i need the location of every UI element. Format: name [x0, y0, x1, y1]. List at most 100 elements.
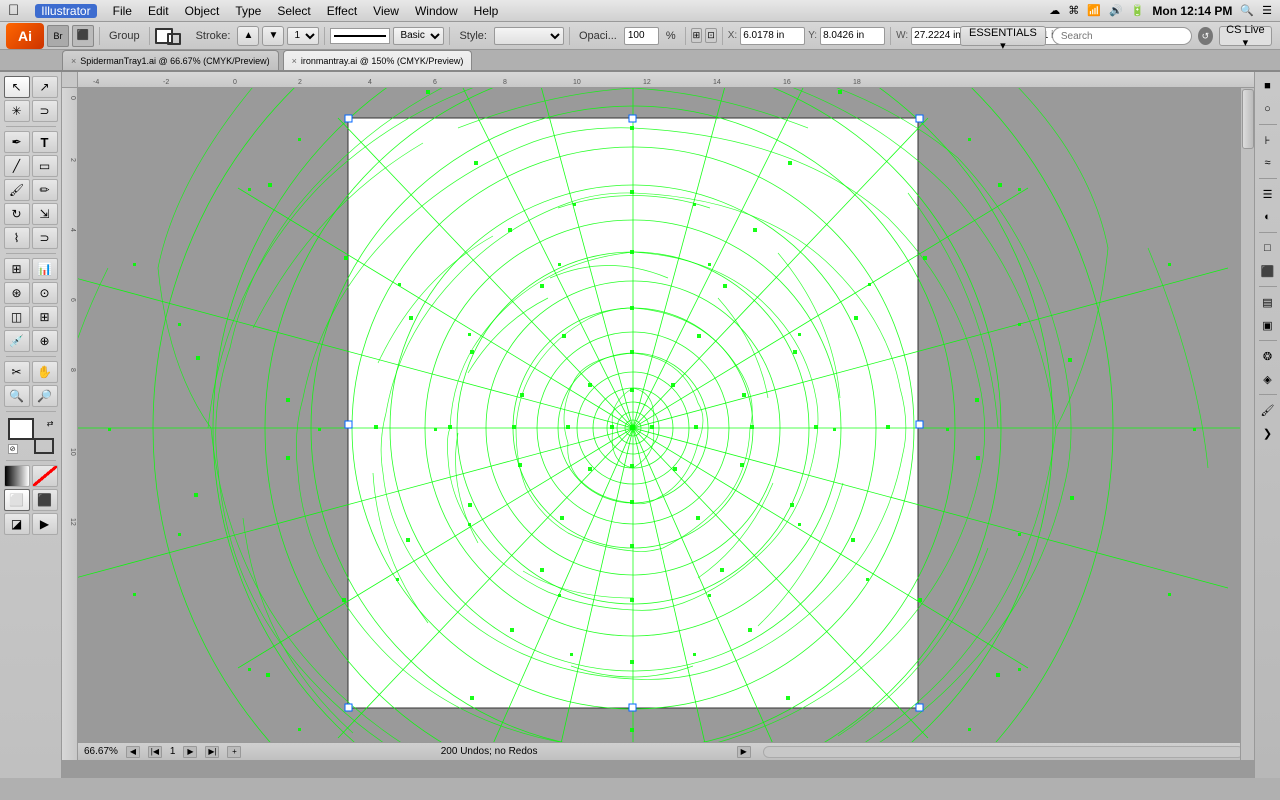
style-select[interactable]	[494, 27, 564, 45]
zoom-out-tool[interactable]: 🔎	[32, 385, 58, 407]
paintbrush-tool[interactable]: 🖌	[4, 179, 30, 201]
selection-tool[interactable]: ↖	[4, 76, 30, 98]
eyedropper-tool[interactable]: 💉	[4, 330, 30, 352]
full-screen-no-menu-btn[interactable]: ◪	[4, 513, 30, 535]
rect-tool[interactable]: ▭	[32, 155, 58, 177]
free-transform-tool[interactable]: ⊞	[4, 258, 30, 280]
nav-fwd-btn[interactable]: ▶	[183, 746, 197, 758]
expand-btn[interactable]: ❯	[1258, 423, 1278, 443]
layers-panel-btn[interactable]: ▤	[1258, 292, 1278, 312]
warp-tool[interactable]: ⌇	[4, 227, 30, 249]
fill-gradient-btn[interactable]	[4, 465, 30, 487]
stroke-panel-btn[interactable]: ☰	[1258, 184, 1278, 204]
bridge-btn[interactable]: Br	[47, 25, 69, 47]
width-tool[interactable]: ⊃	[32, 227, 58, 249]
none-color-btn[interactable]: ⊘	[8, 444, 18, 454]
menu-illustrator[interactable]: Illustrator	[35, 4, 96, 18]
menu-type[interactable]: Type	[235, 4, 261, 18]
hand-tool[interactable]: ✋	[32, 361, 58, 383]
apple-menu[interactable]: 	[8, 2, 19, 19]
stroke-width-select[interactable]: 123	[287, 27, 319, 45]
graphic-styles-btn[interactable]: ◈	[1258, 369, 1278, 389]
tab-spiderman[interactable]: × SpidermanTray1.ai @ 66.67% (CMYK/Previ…	[62, 50, 279, 70]
gradient-tool[interactable]: ◫	[4, 306, 30, 328]
scale-tool[interactable]: ⇲	[32, 203, 58, 225]
stroke-text-label: Stroke:	[192, 30, 235, 42]
magic-wand-tool[interactable]: ✳	[4, 100, 30, 122]
x-input[interactable]: 6.0178 in	[740, 27, 805, 45]
normal-screen-btn[interactable]: ⬜	[4, 489, 30, 511]
stroke-down-btn[interactable]: ▼	[262, 26, 284, 46]
lasso-tool[interactable]: ⊃	[32, 100, 58, 122]
align-btns[interactable]: ⊡	[705, 28, 717, 43]
menu-select[interactable]: Select	[277, 4, 310, 18]
mesh-tool[interactable]: ⊞	[32, 306, 58, 328]
toolbar-sep-3	[324, 27, 325, 45]
scroll-thumb[interactable]	[1242, 89, 1254, 149]
transform-panel-btn[interactable]: ⬛	[1258, 261, 1278, 281]
cs-live-btn[interactable]: CS Live ▾	[1219, 26, 1272, 46]
menu-file[interactable]: File	[113, 4, 132, 18]
symbols-panel-btn[interactable]: ❂	[1258, 346, 1278, 366]
curves-btn[interactable]: ≈	[1258, 153, 1278, 173]
tab-ironman[interactable]: × ironmantray.ai @ 150% (CMYK/Preview)	[283, 50, 473, 70]
blend-tool[interactable]: ⊕	[32, 330, 58, 352]
stroke-up-btn[interactable]: ▲	[237, 26, 259, 46]
presentation-btn[interactable]: ▶	[32, 513, 58, 535]
stroke-swatch[interactable]	[167, 33, 181, 45]
stroke-color[interactable]	[34, 438, 54, 454]
brushes-btn[interactable]: 🖌	[1258, 400, 1278, 420]
warp-tools: ⌇ ⊃	[4, 227, 58, 249]
scissor-tool[interactable]: ✂	[4, 361, 30, 383]
col-guide-tool[interactable]: ⊙	[32, 282, 58, 304]
artboards-btn[interactable]: ▣	[1258, 315, 1278, 335]
nav-prev-btn[interactable]: ◀	[126, 746, 140, 758]
color-picker-btn[interactable]: ○	[1258, 99, 1278, 119]
play-btn[interactable]: ▶	[737, 746, 751, 758]
opacity-panel-btn[interactable]: □	[1258, 238, 1278, 258]
zoom-tool[interactable]: 🔍	[4, 385, 30, 407]
tab-close-spiderman[interactable]: ×	[71, 56, 76, 66]
menu-object[interactable]: Object	[185, 4, 220, 18]
transform-btns[interactable]: ⊞	[691, 28, 703, 43]
menu-view[interactable]: View	[373, 4, 399, 18]
volume-icon: 🔊	[1109, 4, 1123, 17]
opacity-input[interactable]	[624, 27, 659, 45]
menu-list-icon[interactable]: ☰	[1262, 4, 1272, 17]
menu-help[interactable]: Help	[474, 4, 499, 18]
y-input[interactable]: 8.0426 in	[820, 27, 885, 45]
type-tool[interactable]: T	[32, 131, 58, 153]
pen-tool[interactable]: ✒	[4, 131, 30, 153]
menu-effect[interactable]: Effect	[327, 4, 357, 18]
menu-window[interactable]: Window	[415, 4, 458, 18]
gradient-panel-btn[interactable]: ◐	[1258, 207, 1278, 227]
essentials-btn[interactable]: ESSENTIALS ▾	[960, 26, 1046, 46]
line-tool[interactable]: ╱	[4, 155, 30, 177]
symbol-tool[interactable]: ⊛	[4, 282, 30, 304]
direct-selection-tool[interactable]: ↗	[32, 76, 58, 98]
full-screen-btn[interactable]: ⬛	[32, 489, 58, 511]
swap-colors-btn[interactable]: ⇄	[47, 419, 54, 428]
basic-select[interactable]: Basic	[393, 27, 444, 45]
canvas-content: 66.67% ◀ |◀ 1 ▶ ▶| + 200 Undos; no Redos…	[78, 88, 1254, 760]
vertical-scrollbar[interactable]	[1240, 88, 1254, 760]
add-page-btn[interactable]: +	[227, 746, 241, 758]
mode-row: ⬜ ⬛	[4, 489, 58, 511]
rotate-tool[interactable]: ↻	[4, 203, 30, 225]
tab-close-ironman[interactable]: ×	[292, 56, 297, 66]
layout-btn[interactable]: ⬛	[72, 25, 94, 47]
fill-none-btn[interactable]	[32, 465, 58, 487]
search-input[interactable]	[1052, 27, 1192, 45]
rp-sep-4	[1259, 286, 1277, 287]
pencil-tool[interactable]: ✏	[32, 179, 58, 201]
ruler-v-6: 6	[69, 298, 76, 302]
menu-edit[interactable]: Edit	[148, 4, 169, 18]
color-guide-btn[interactable]: ■	[1258, 76, 1278, 96]
nav-end-btn[interactable]: ▶|	[205, 746, 219, 758]
horizontal-scrollbar[interactable]	[763, 746, 1244, 758]
fill-color[interactable]	[8, 418, 34, 440]
search-icon[interactable]: 🔍	[1240, 4, 1254, 17]
nav-rewind-btn[interactable]: |◀	[148, 746, 162, 758]
graph-tool[interactable]: 📊	[32, 258, 58, 280]
table-btn[interactable]: ⊦	[1258, 130, 1278, 150]
